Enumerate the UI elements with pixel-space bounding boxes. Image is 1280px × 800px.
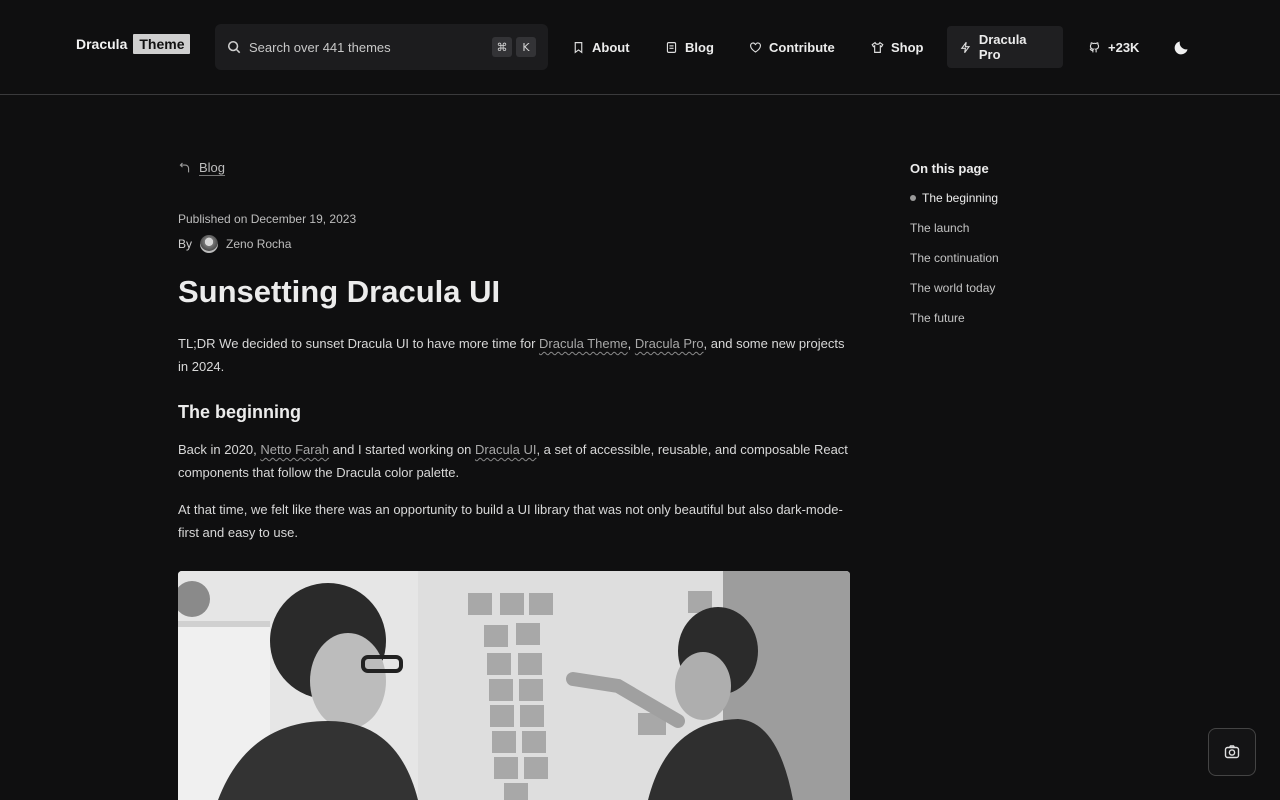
toc-item-label: The beginning xyxy=(922,191,999,205)
nav-shop-label: Shop xyxy=(891,39,924,55)
toc-item-label: The future xyxy=(910,311,965,325)
nav-github-label: +23K xyxy=(1108,39,1140,55)
nav-about[interactable]: About xyxy=(560,26,642,68)
netto-farah-link[interactable]: Netto Farah xyxy=(260,442,329,457)
toc-item-the-future[interactable]: The future xyxy=(910,311,965,325)
section-heading-beginning: The beginning xyxy=(178,402,301,422)
back-to-blog-link[interactable]: Blog xyxy=(178,160,225,175)
nav-blog[interactable]: Blog xyxy=(653,26,726,68)
tldr-text-1: TL;DR We decided to sunset Dracula UI to… xyxy=(178,336,540,351)
toc-active-dot xyxy=(910,195,916,201)
back-link-label: Blog xyxy=(199,160,226,175)
site-header: Dracula Theme Search over 441 themes ⌘ K… xyxy=(0,0,1280,95)
return-arrow-icon xyxy=(179,162,190,173)
dracula-theme-link[interactable]: Dracula Theme xyxy=(539,336,628,351)
nav-contribute-label: Contribute xyxy=(769,39,835,55)
published-date: Published on December 19, 2023 xyxy=(178,212,357,226)
nav-github[interactable]: +23K xyxy=(1076,26,1151,68)
nav-blog-label: Blog xyxy=(685,39,714,55)
moon-icon[interactable] xyxy=(1173,38,1191,56)
screenshot-button[interactable] xyxy=(1208,728,1256,776)
bolt-icon xyxy=(960,41,971,53)
byline-prefix: By xyxy=(178,237,193,251)
dracula-ui-link[interactable]: Dracula UI xyxy=(475,442,536,457)
bookmark-icon xyxy=(574,41,583,54)
toc-item-the-continuation[interactable]: The continuation xyxy=(910,251,999,265)
search-button[interactable]: Search over 441 themes ⌘ K xyxy=(215,24,548,70)
search-icon xyxy=(227,40,241,54)
document-icon xyxy=(666,41,677,53)
camera-icon xyxy=(1224,745,1240,759)
kbd-cmd: ⌘ xyxy=(492,37,512,57)
toc-title: On this page xyxy=(910,161,989,176)
p2-text-2: and I started working on xyxy=(329,442,476,457)
toc-item-label: The world today xyxy=(910,281,996,295)
nav-pro-label: Dracula Pro xyxy=(978,32,1027,62)
beginning-paragraph-1: Back in 2020, Netto Farah and I started … xyxy=(178,438,850,484)
search-placeholder: Search over 441 themes xyxy=(249,39,391,55)
byline: By Zeno Rocha xyxy=(178,235,291,253)
tldr-separator: , xyxy=(627,336,635,351)
brand-logo[interactable]: Dracula Theme xyxy=(76,34,191,54)
kbd-k: K xyxy=(516,37,536,57)
toc-item-label: The launch xyxy=(910,221,970,235)
dracula-pro-link[interactable]: Dracula Pro xyxy=(635,336,704,351)
nav-shop[interactable]: Shop xyxy=(859,26,936,68)
tldr-paragraph: TL;DR We decided to sunset Dracula UI to… xyxy=(178,332,850,378)
toc-item-the-world-today[interactable]: The world today xyxy=(910,281,995,295)
nav-about-label: About xyxy=(592,39,630,55)
shirt-icon xyxy=(871,41,884,53)
beginning-paragraph-2: At that time, we felt like there was an … xyxy=(178,502,843,540)
toc-item-the-beginning[interactable]: The beginning xyxy=(910,191,998,205)
page-title: Sunsetting Dracula UI xyxy=(178,274,501,309)
heart-icon xyxy=(750,41,761,53)
nav-dracula-pro[interactable]: Dracula Pro xyxy=(947,26,1063,68)
toc-item-label: The continuation xyxy=(910,251,999,265)
author-avatar xyxy=(200,235,219,253)
article-photo xyxy=(178,571,850,800)
brand-name: Dracula xyxy=(76,36,128,52)
p2-text-1: Back in 2020, xyxy=(178,442,261,457)
brand-tag: Theme xyxy=(133,34,191,54)
nav-contribute[interactable]: Contribute xyxy=(737,26,847,68)
toc-item-the-launch[interactable]: The launch xyxy=(910,221,969,235)
github-icon xyxy=(1089,41,1100,52)
author-name: Zeno Rocha xyxy=(226,237,292,251)
